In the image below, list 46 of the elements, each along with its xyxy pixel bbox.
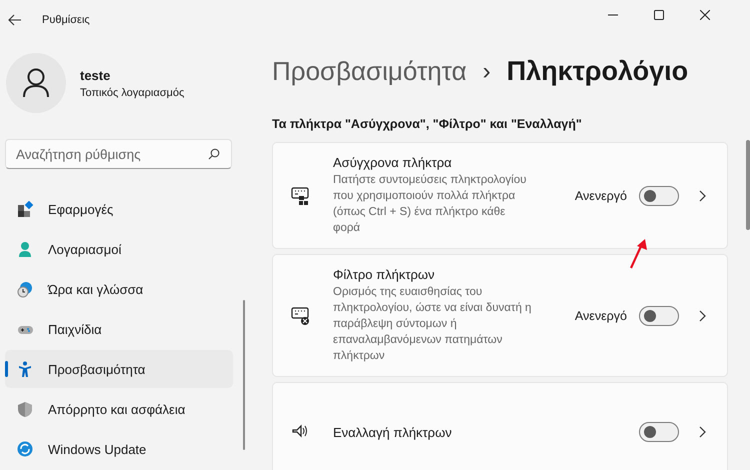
chevron-icon[interactable] xyxy=(697,310,707,322)
setting-title: Ασύγχρονα πλήκτρα xyxy=(333,155,453,170)
sidebar-item[interactable]: Παιχνίδια xyxy=(5,310,233,348)
keyboard-filter-icon xyxy=(291,306,311,326)
person-icon xyxy=(17,240,34,258)
apps-icon xyxy=(17,200,34,218)
scrollbar[interactable] xyxy=(746,140,750,230)
chevron-icon[interactable] xyxy=(697,190,707,202)
shield-icon xyxy=(17,400,34,418)
toggle-switch[interactable] xyxy=(639,186,679,206)
back-icon[interactable] xyxy=(8,13,22,27)
setting-card[interactable]: Εναλλαγή πλήκτρων xyxy=(272,382,728,470)
keyboard-icon xyxy=(291,186,311,206)
sidebar-item[interactable]: Windows Update xyxy=(5,430,233,468)
sidebar-item[interactable]: Λογαριασμοί xyxy=(5,230,233,268)
toggle-state: Ανενεργό xyxy=(574,188,627,202)
close-icon[interactable] xyxy=(700,10,710,20)
clock-globe-icon xyxy=(17,280,34,298)
setting-title: Φίλτρο πλήκτρων xyxy=(333,267,436,282)
setting-description: Πατήστε συντομεύσεις πληκτρολογίου που χρησιμοποιούν πολλά πλήκτρα (όπως Ctrl + S) ένα πλήκτρο κάθε φορά xyxy=(333,173,528,236)
sidebar-item[interactable]: Εφαρμογές xyxy=(5,190,233,228)
user-name: teste xyxy=(80,68,112,82)
breadcrumb-separator: › xyxy=(482,58,491,86)
toggle-state: Ανενεργό xyxy=(574,308,627,322)
sidebar-item[interactable]: Προσβασιμότητα xyxy=(5,350,233,388)
chevron-icon[interactable] xyxy=(697,426,707,438)
toggle-switch[interactable] xyxy=(639,422,679,442)
section-heading: Τα πλήκτρα "Ασύγχρονα", "Φίλτρο" και "Εναλλαγή" xyxy=(272,117,583,131)
setting-card[interactable]: Ασύγχρονα πλήκτρα Πατήστε συντομεύσεις πληκτρολογίου που χρησιμοποιούν πολλά πλήκτρα (όπως Ctrl + S) ένα πλήκτρο κάθε φορά Ανενεργό xyxy=(272,142,728,249)
accessibility-icon xyxy=(17,360,34,378)
page-title: Πληκτρολόγιο xyxy=(506,56,688,87)
sidebar-item[interactable]: Απόρρητο και ασφάλεια xyxy=(5,390,233,428)
breadcrumb-link[interactable]: Προσβασιμότητα xyxy=(272,56,467,87)
search-icon xyxy=(208,148,220,160)
update-icon xyxy=(17,440,34,458)
setting-description: Ορισμός της ευαισθησίας του πληκτρολογίου, ώστε να είναι δυνατή η παράβλεψη σύντομων ή επαναλαμβανόμενων πατημάτων πλήκτρων xyxy=(333,285,532,364)
sidebar-item[interactable]: Ώρα και γλώσσα xyxy=(5,270,233,308)
setting-title: Εναλλαγή πλήκτρων xyxy=(333,424,453,440)
account-type: Τοπικός λογαριασμός xyxy=(80,86,184,98)
maximize-icon[interactable] xyxy=(654,10,664,20)
annotation-arrow xyxy=(628,238,650,270)
toggle-switch[interactable] xyxy=(639,306,679,326)
scrollbar[interactable] xyxy=(243,300,245,450)
search-field[interactable]: Αναζήτηση ρύθμισης xyxy=(5,139,232,169)
window-title: Ρυθμίσεις xyxy=(42,14,90,26)
setting-card[interactable]: Φίλτρο πλήκτρων Ορισμός της ευαισθησίας του πληκτρολογίου, ώστε να είναι δυνατή η παράβλεψη σύντομων ή επαναλαμβανόμενων πατημάτων πλήκτρων Ανενεργό xyxy=(272,254,728,377)
